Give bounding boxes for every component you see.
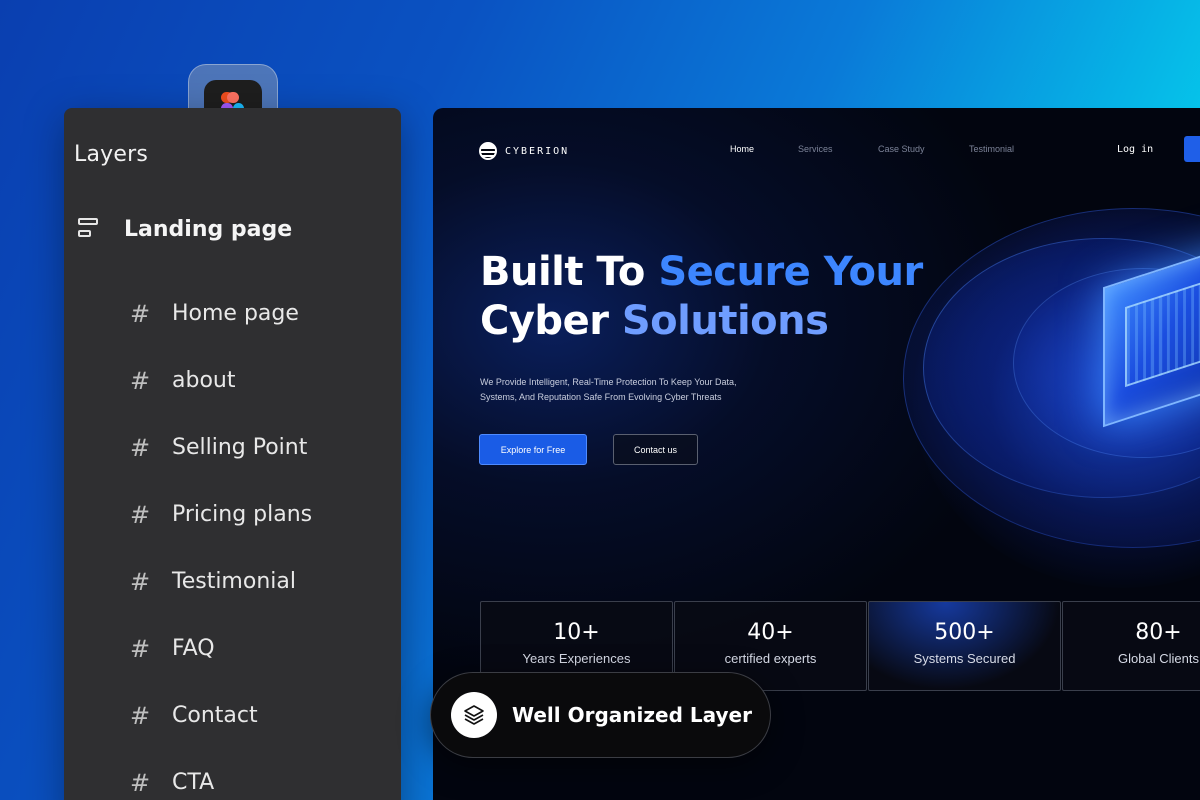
hero-subtitle-line: We Provide Intelligent, Real-Time Protec… bbox=[480, 377, 737, 387]
stat-label: certified experts bbox=[724, 651, 817, 666]
stat-card: 80+ Global Clients bbox=[1062, 601, 1200, 691]
hero-subtitle: We Provide Intelligent, Real-Time Protec… bbox=[480, 375, 770, 405]
layer-item-landing-page[interactable]: Landing page bbox=[78, 216, 292, 242]
frame-hash-icon: # bbox=[129, 701, 151, 730]
hero-title-blue: Solutions bbox=[621, 298, 829, 344]
layer-item-contact[interactable]: # Contact bbox=[128, 682, 312, 749]
hero-title-blue: Secure Your bbox=[658, 249, 923, 295]
contact-us-button[interactable]: Contact us bbox=[613, 434, 698, 465]
frame-icon bbox=[78, 216, 100, 242]
stat-value: 500+ bbox=[934, 620, 995, 645]
stat-label: Years Experiences bbox=[522, 651, 631, 666]
layer-label: Contact bbox=[172, 703, 258, 728]
website-nav: CYBERION Home Services Case Study Testim… bbox=[433, 108, 1200, 193]
layer-label: CTA bbox=[172, 770, 215, 795]
layer-list: # Home page # about # Selling Point # Pricin… bbox=[128, 280, 312, 800]
layer-item-faq[interactable]: # FAQ bbox=[128, 615, 312, 682]
brand-name: CYBERION bbox=[505, 145, 570, 157]
layer-item-home-page[interactable]: # Home page bbox=[128, 280, 312, 347]
nav-link-testimonial[interactable]: Testimonial bbox=[969, 144, 1014, 154]
stat-value: 80+ bbox=[1135, 620, 1182, 645]
hero-subtitle-line: Systems, And Reputation Safe From Evolvi… bbox=[480, 392, 722, 402]
stat-card: 500+ Systems Secured bbox=[868, 601, 1061, 691]
login-link[interactable]: Log in bbox=[1117, 144, 1153, 155]
frame-hash-icon: # bbox=[129, 634, 151, 663]
nav-link-home[interactable]: Home bbox=[730, 144, 754, 154]
frame-hash-icon: # bbox=[129, 366, 151, 395]
stat-value: 40+ bbox=[747, 620, 794, 645]
brand-logo-icon bbox=[479, 142, 497, 160]
nav-link-case-study[interactable]: Case Study bbox=[878, 144, 925, 154]
nav-signup-button[interactable] bbox=[1184, 136, 1200, 162]
layers-icon bbox=[451, 692, 497, 738]
layer-label: FAQ bbox=[172, 636, 215, 661]
hero-title-white: Cyber bbox=[480, 298, 622, 344]
frame-hash-icon: # bbox=[129, 500, 151, 529]
layer-label: Pricing plans bbox=[172, 502, 313, 527]
layer-item-cta[interactable]: # CTA bbox=[128, 749, 312, 800]
hero-title-white: Built To bbox=[480, 249, 659, 295]
layer-label: Selling Point bbox=[172, 435, 308, 460]
stat-label: Systems Secured bbox=[913, 651, 1016, 666]
layer-root-label: Landing page bbox=[124, 216, 293, 242]
layer-label: about bbox=[172, 368, 236, 393]
nav-link-services[interactable]: Services bbox=[798, 144, 833, 154]
badge-label: Well Organized Layer bbox=[512, 703, 752, 727]
stat-value: 10+ bbox=[553, 620, 600, 645]
layer-label: Home page bbox=[172, 301, 299, 326]
frame-hash-icon: # bbox=[129, 299, 151, 328]
brand-logo[interactable]: CYBERION bbox=[479, 142, 569, 160]
layer-item-testimonial[interactable]: # Testimonial bbox=[128, 548, 312, 615]
frame-hash-icon: # bbox=[129, 433, 151, 462]
frame-hash-icon: # bbox=[129, 768, 151, 797]
layers-panel: Layers Landing page # Home page # about # S… bbox=[64, 108, 401, 800]
layer-item-pricing-plans[interactable]: # Pricing plans bbox=[128, 481, 312, 548]
frame-hash-icon: # bbox=[129, 567, 151, 596]
layer-label: Testimonial bbox=[172, 569, 296, 594]
stat-label: Global Clients bbox=[1118, 651, 1199, 666]
layer-item-about[interactable]: # about bbox=[128, 347, 312, 414]
well-organized-layer-badge: Well Organized Layer bbox=[430, 672, 771, 758]
layers-panel-title: Layers bbox=[74, 142, 148, 167]
explore-free-button[interactable]: Explore for Free bbox=[479, 434, 587, 465]
layer-item-selling-point[interactable]: # Selling Point bbox=[128, 414, 312, 481]
hero-title: Built To Secure Your Cyber Solutions bbox=[480, 248, 923, 346]
